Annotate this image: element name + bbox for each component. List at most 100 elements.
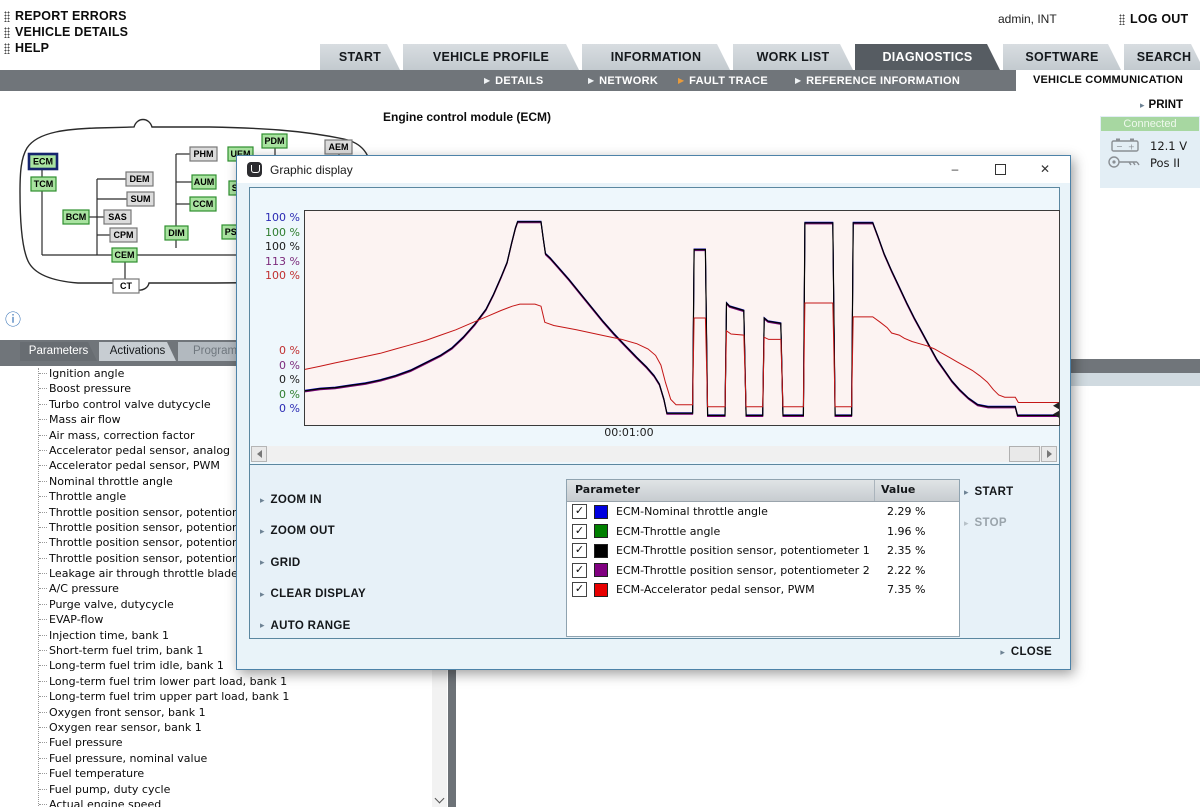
arrow-bullet-icon: ▸ xyxy=(1000,648,1005,657)
parameter-item[interactable]: Oxygen front sensor, bank 1 xyxy=(39,705,433,720)
module-node-tcm[interactable]: TCM xyxy=(31,177,56,191)
logout-label: LOG OUT xyxy=(1130,12,1188,26)
column-header-parameter: Parameter xyxy=(567,480,874,501)
tab-search[interactable]: SEARCH xyxy=(1124,44,1200,70)
arrow-bullet-icon: ▸ xyxy=(964,519,969,528)
y-axis-label: 100 % xyxy=(252,269,300,284)
chart-zone: 100 %100 %100 %113 %100 % 0 %0 %0 %0 %0 … xyxy=(250,188,1059,465)
series-checkbox[interactable]: ✓ xyxy=(572,543,587,558)
trace-ecm-accelerator-pedal-sensor-pwm xyxy=(305,303,1059,407)
parameter-item[interactable]: Actual engine speed xyxy=(39,797,433,807)
module-node-ccm[interactable]: CCM xyxy=(190,197,216,211)
chart-plot-svg xyxy=(304,210,1060,426)
parameter-item[interactable]: Fuel pressure, nominal value xyxy=(39,751,433,766)
module-label: SAS xyxy=(108,212,127,222)
module-node-phm[interactable]: PHM xyxy=(190,147,217,161)
series-value: 2.22 % xyxy=(881,564,959,577)
subnav-fault-trace[interactable]: ▶ FAULT TRACE xyxy=(678,70,768,91)
module-node-ct[interactable]: CT xyxy=(113,279,139,293)
tab-information[interactable]: INFORMATION xyxy=(582,44,730,70)
time-tick-label: 00:01:00 xyxy=(604,426,653,439)
module-label: DIM xyxy=(168,228,185,238)
subnav-label: DETAILS xyxy=(495,75,543,87)
grid-button[interactable]: ▸GRID xyxy=(260,557,300,569)
module-node-cem[interactable]: CEM xyxy=(112,248,137,262)
maximize-button[interactable] xyxy=(983,156,1017,183)
scroll-right-button[interactable] xyxy=(1041,446,1057,462)
parameter-table: Parameter Value ✓ECM-Nominal throttle an… xyxy=(566,479,960,637)
series-checkbox[interactable]: ✓ xyxy=(572,504,587,519)
parameter-item[interactable]: Long-term fuel trim lower part load, ban… xyxy=(39,674,433,689)
module-node-cpm[interactable]: CPM xyxy=(110,228,137,242)
y-axis-label: 0 % xyxy=(252,344,300,359)
tab-work-list[interactable]: WORK LIST xyxy=(733,44,853,70)
minimize-button[interactable]: – xyxy=(938,156,972,183)
parameter-item[interactable]: Oxygen rear sensor, bank 1 xyxy=(39,720,433,735)
module-node-aem[interactable]: AEM xyxy=(325,140,352,154)
tab-vehicle-communication[interactable]: VEHICLE COMMUNICATION xyxy=(1016,70,1200,91)
auto-range-button[interactable]: ▸AUTO RANGE xyxy=(260,620,351,632)
subnav-network[interactable]: ▶NETWORK xyxy=(588,70,658,91)
module-node-sas[interactable]: SAS xyxy=(104,210,131,224)
ignition-key-icon xyxy=(1107,155,1143,169)
module-node-ecm[interactable]: ECM xyxy=(29,154,57,169)
close-button[interactable]: ▸ CLOSE xyxy=(1000,646,1052,658)
series-color-swatch xyxy=(594,563,608,577)
subnav-reference-information[interactable]: ▶REFERENCE INFORMATION xyxy=(795,70,960,91)
start-label: START xyxy=(975,486,1014,498)
svg-text:+: + xyxy=(1128,143,1135,152)
series-checkbox[interactable]: ✓ xyxy=(572,582,587,597)
parameter-item[interactable]: Fuel temperature xyxy=(39,766,433,781)
start-button[interactable]: ▸ START xyxy=(964,486,1014,498)
vida-app-icon xyxy=(247,162,262,177)
subnav-details[interactable]: ▶ DETAILS xyxy=(484,70,544,91)
vida-application-window: REPORT ERRORS VEHICLE DETAILS HELP admin… xyxy=(0,0,1200,807)
zoom-in-button[interactable]: ▸ZOOM IN xyxy=(260,494,322,506)
scroll-left-button[interactable] xyxy=(251,446,267,462)
zoom-out-button[interactable]: ▸ZOOM OUT xyxy=(260,525,335,537)
subnav-label: FAULT TRACE xyxy=(689,75,768,87)
parameter-item[interactable]: Long-term fuel trim upper part load, ban… xyxy=(39,689,433,704)
maximize-icon xyxy=(995,164,1006,175)
series-color-swatch xyxy=(594,524,608,538)
tab-software[interactable]: SOFTWARE xyxy=(1003,44,1121,70)
battery-voltage: 12.1 V xyxy=(1150,139,1187,153)
series-color-swatch xyxy=(594,583,608,597)
arrow-bullet-icon: ▸ xyxy=(260,496,265,505)
arrow-bullet-icon: ▸ xyxy=(260,558,265,567)
pane-tab-activations[interactable]: Activations xyxy=(99,342,176,361)
y-axis-label: 100 % xyxy=(252,211,300,226)
module-node-dim[interactable]: DIM xyxy=(165,226,188,240)
logout-button[interactable]: LOG OUT xyxy=(1119,12,1188,26)
parameter-item[interactable]: Fuel pump, duty cycle xyxy=(39,782,433,797)
y-axis-label: 0 % xyxy=(252,388,300,403)
tab-vehicle-profile[interactable]: VEHICLE PROFILE xyxy=(403,44,579,70)
series-checkbox[interactable]: ✓ xyxy=(572,563,587,578)
scroll-down-button[interactable] xyxy=(432,792,447,807)
clear-display-button[interactable]: ▸CLEAR DISPLAY xyxy=(260,588,366,600)
table-row: ✓ECM-Throttle angle1.96 % xyxy=(567,522,959,542)
trace-ecm-nominal-throttle-angle xyxy=(305,221,1059,415)
module-label: CT xyxy=(120,281,132,291)
module-node-aum[interactable]: AUM xyxy=(192,175,216,189)
print-button[interactable]: ▸ PRINT xyxy=(1140,99,1183,111)
close-label: CLOSE xyxy=(1011,646,1052,658)
close-window-button[interactable]: ✕ xyxy=(1028,156,1062,183)
tab-diagnostics[interactable]: DIAGNOSTICS xyxy=(855,44,1000,70)
info-icon[interactable]: ⓘ xyxy=(5,306,21,330)
table-header: Parameter Value xyxy=(567,480,959,502)
arrow-icon: ▶ xyxy=(795,77,801,85)
chart-scrollbar[interactable] xyxy=(251,446,1057,462)
module-node-dem[interactable]: DEM xyxy=(126,172,153,186)
module-node-bcm[interactable]: BCM xyxy=(63,210,89,224)
parameter-item[interactable]: Fuel pressure xyxy=(39,735,433,750)
module-node-sum[interactable]: SUM xyxy=(127,192,154,206)
series-checkbox[interactable]: ✓ xyxy=(572,524,587,539)
current-position-marker xyxy=(1053,402,1059,409)
module-node-pdm[interactable]: PDM xyxy=(262,134,287,148)
arrow-icon: ▶ xyxy=(484,77,490,85)
scroll-thumb[interactable] xyxy=(1009,446,1040,462)
arrow-icon: ▶ xyxy=(678,77,684,85)
module-label: TCM xyxy=(34,179,54,189)
pane-tab-parameters[interactable]: Parameters xyxy=(20,342,97,361)
